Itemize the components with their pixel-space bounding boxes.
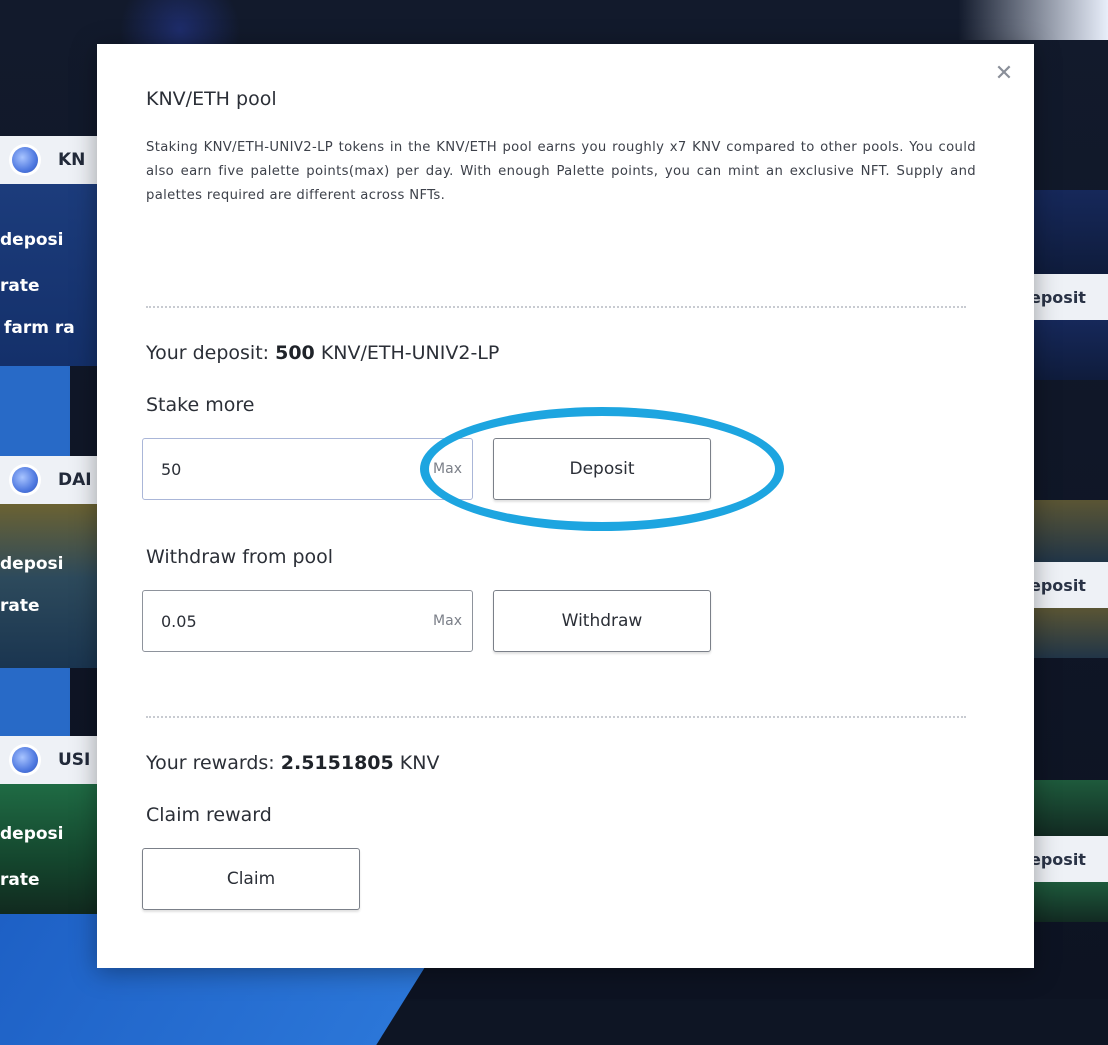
stake-amount-input[interactable]: [161, 439, 411, 499]
stake-more-label: Stake more: [146, 394, 255, 416]
pool-row-label: deposi: [0, 230, 64, 250]
token-coin-icon: [12, 147, 38, 173]
withdraw-label: Withdraw from pool: [146, 546, 334, 568]
pool-card-side: [1024, 780, 1108, 836]
pool-row-label: farm ra: [4, 318, 75, 338]
close-icon[interactable]: ✕: [992, 62, 1016, 86]
pool-name: USI: [58, 750, 91, 770]
pool-name: KN: [58, 150, 86, 170]
pool-card-side: [1024, 608, 1108, 658]
withdraw-amount-field: Max: [142, 590, 473, 652]
pool-card-side: [1024, 320, 1108, 380]
pool-card-side: [1024, 882, 1108, 922]
pool-card-header: USI: [0, 736, 110, 784]
pool-card-header: DAI: [0, 456, 110, 504]
pool-row-label: deposi: [0, 554, 64, 574]
deposit-amount: 500: [275, 342, 315, 364]
section-divider: [146, 716, 966, 718]
modal-title: KNV/ETH pool: [146, 88, 277, 110]
background-deposit-button[interactable]: eposit: [1024, 562, 1108, 608]
pool-row-label: rate: [0, 596, 40, 616]
rewards-amount: 2.5151805: [280, 752, 394, 774]
pool-row-label: deposi: [0, 824, 64, 844]
pool-row-label: rate: [0, 276, 40, 296]
rewards-summary-prefix: Your rewards:: [146, 752, 281, 774]
pool-card-side: [1024, 500, 1108, 562]
pool-card-body: deposi rate farm ra: [0, 184, 110, 366]
stake-max-button[interactable]: Max: [433, 461, 462, 477]
background-corner-glow: [958, 0, 1108, 40]
pool-modal: ✕ KNV/ETH pool Staking KNV/ETH-UNIV2-LP …: [97, 44, 1034, 968]
pool-card-body: deposi rate: [0, 784, 110, 914]
pool-row-label: rate: [0, 870, 40, 890]
pool-name: DAI: [58, 470, 92, 490]
claim-reward-label: Claim reward: [146, 804, 272, 826]
pool-card-header: KN: [0, 136, 110, 184]
background-deposit-button[interactable]: eposit: [1024, 836, 1108, 882]
token-coin-icon: [12, 747, 38, 773]
deposit-button[interactable]: Deposit: [493, 438, 711, 500]
withdraw-button[interactable]: Withdraw: [493, 590, 711, 652]
deposit-summary-prefix: Your deposit:: [146, 342, 276, 364]
rewards-summary: Your rewards: 2.5151805 KNV: [146, 752, 439, 774]
pool-card-side: [1024, 190, 1108, 274]
deposit-unit: KNV/ETH-UNIV2-LP: [314, 342, 500, 364]
background-deposit-button[interactable]: eposit: [1024, 274, 1108, 320]
stake-amount-field: Max: [142, 438, 473, 500]
pool-description: Staking KNV/ETH-UNIV2-LP tokens in the K…: [146, 140, 976, 203]
withdraw-amount-input[interactable]: [161, 591, 411, 651]
claim-button[interactable]: Claim: [142, 848, 360, 910]
pool-card-body: deposi rate: [0, 504, 110, 668]
token-coin-icon: [12, 467, 38, 493]
deposit-summary: Your deposit: 500 KNV/ETH-UNIV2-LP: [146, 342, 499, 364]
section-divider: [146, 306, 966, 308]
rewards-unit: KNV: [393, 752, 440, 774]
withdraw-max-button[interactable]: Max: [433, 613, 462, 629]
